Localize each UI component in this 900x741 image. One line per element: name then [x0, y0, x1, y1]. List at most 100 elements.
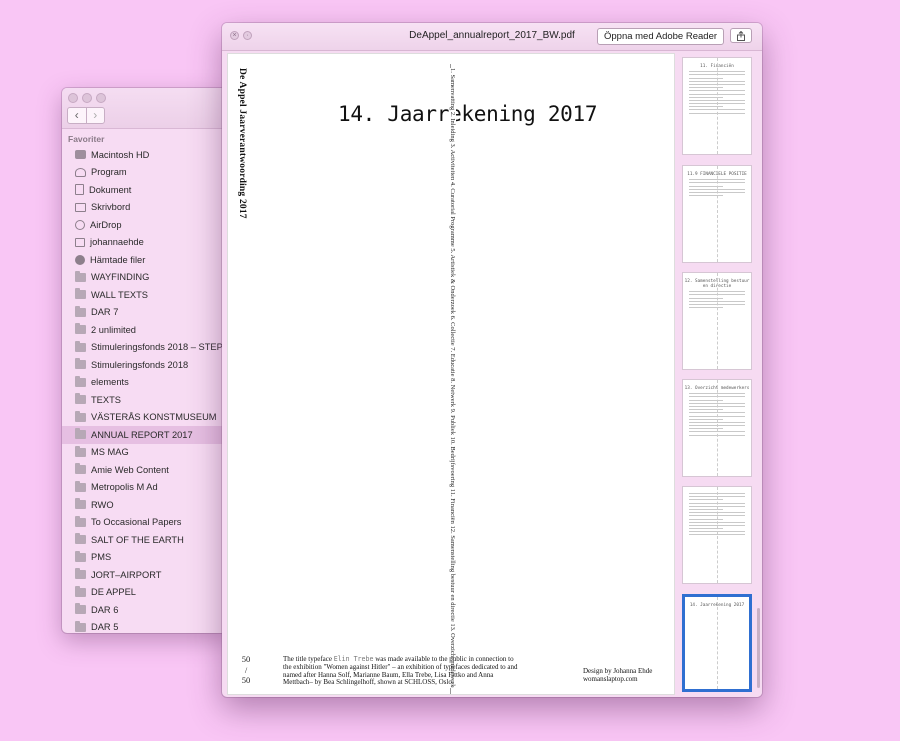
- sidebar-item[interactable]: Stimuleringsfonds 2018: [62, 356, 232, 374]
- downloads-icon: [75, 254, 85, 265]
- zoom-window-icon[interactable]: [96, 93, 106, 103]
- sidebar-item-label: TEXTS: [91, 394, 121, 405]
- folder-icon: [75, 585, 86, 597]
- sidebar-item-label: VÄSTERÅS KONSTMUSEUM: [91, 412, 217, 423]
- side-title: De Appel Jaarverantwoording 2017: [237, 68, 247, 219]
- folder-icon: [75, 498, 86, 510]
- sidebar-item-label: elements: [91, 377, 129, 388]
- folder-icon: [75, 603, 86, 615]
- sidebar-item[interactable]: DE APPEL: [62, 584, 232, 602]
- sidebar-item-label: Dokument: [89, 184, 132, 195]
- page-thumbnail[interactable]: 13. Overzicht medewerkers: [682, 379, 752, 477]
- sidebar-item[interactable]: elements: [62, 374, 232, 392]
- home-icon: [75, 237, 85, 247]
- sidebar-item-label: johannaehde: [90, 237, 144, 248]
- thumbnail-center-rule: [717, 487, 718, 583]
- sidebar-item-label: ANNUAL REPORT 2017: [91, 429, 193, 440]
- folder-icon: [75, 550, 86, 562]
- sidebar-item-label: DAR 7: [91, 307, 119, 318]
- page-heading: 14. Jaarrekening 2017: [338, 102, 598, 126]
- open-with-adobe-reader-button[interactable]: Öppna med Adobe Reader: [597, 28, 724, 45]
- favorites-heading: Favoriter: [68, 134, 105, 144]
- sidebar-item[interactable]: JORT–AIRPORT: [62, 566, 232, 584]
- sidebar-item-label: SALT OF THE EARTH: [91, 534, 184, 545]
- credit-prefix: The title typeface: [283, 655, 334, 663]
- thumbnail-sidebar: 11. Financiën 11.9 FINANCIELE POSITIE 12. …: [680, 53, 762, 697]
- table-of-contents: 1. Samenvatting 2. Inleiding 3. Activite…: [449, 68, 456, 688]
- thumbnail-center-rule: [717, 597, 718, 689]
- sidebar-item[interactable]: AirDrop: [62, 216, 232, 234]
- sidebar-item-label: To Occasional Papers: [91, 517, 182, 528]
- sidebar-item[interactable]: DAR 6: [62, 601, 232, 619]
- sidebar-item-label: MS MAG: [91, 447, 129, 458]
- thumbnail-center-rule: [717, 166, 718, 262]
- credit-typeface: Elin Trebe: [333, 655, 374, 663]
- sidebar-item[interactable]: DAR 7: [62, 304, 232, 322]
- sidebar-item[interactable]: VÄSTERÅS KONSTMUSEUM: [62, 409, 232, 427]
- folder-icon: [75, 358, 86, 370]
- sidebar-item[interactable]: Skrivbord: [62, 199, 232, 217]
- sidebar-item-label: AirDrop: [90, 219, 122, 230]
- sidebar-item[interactable]: MS MAG: [62, 444, 232, 462]
- sidebar-item-label: WALL TEXTS: [91, 289, 149, 300]
- thumbnail-scrollbar[interactable]: [757, 608, 760, 688]
- document-icon: [75, 184, 84, 196]
- sidebar-item[interactable]: To Occasional Papers: [62, 514, 232, 532]
- sidebar-item[interactable]: PMS: [62, 549, 232, 567]
- folder-icon: [75, 463, 86, 475]
- page-thumbnail[interactable]: 12. Samenstelling bestuur en directie: [682, 272, 752, 370]
- sidebar-item-label: JORT–AIRPORT: [91, 569, 162, 580]
- design-credit-name: Design by Johanna Ehde: [583, 667, 653, 675]
- folder-icon: [75, 428, 86, 440]
- design-credit: Design by Johanna Ehde womanslaptop.com: [583, 667, 652, 683]
- thumbnail-center-rule: [717, 380, 718, 476]
- folder-icon: [75, 445, 86, 457]
- sidebar-item[interactable]: Dokument: [62, 181, 232, 199]
- sidebar-item[interactable]: WAYFINDING: [62, 269, 232, 287]
- page-number-separator: /: [244, 664, 248, 675]
- page-thumbnail[interactable]: 11. Financiën: [682, 57, 752, 155]
- sidebar-item[interactable]: Macintosh HD: [62, 146, 232, 164]
- back-arrow-icon[interactable]: ‹: [68, 108, 86, 123]
- page-number-total: 50: [241, 675, 251, 685]
- page-thumbnail[interactable]: 11.9 FINANCIELE POSITIE: [682, 165, 752, 263]
- folder-icon: [75, 515, 86, 527]
- sidebar-item-label: DAR 6: [91, 604, 119, 615]
- pdf-page: De Appel Jaarverantwoording 2017 14. Jaa…: [227, 53, 675, 695]
- pdf-titlebar: × · DeAppel_annualreport_2017_BW.pdf Öpp…: [222, 23, 762, 51]
- share-button[interactable]: [730, 28, 752, 43]
- folder-icon: [75, 340, 86, 352]
- sidebar-item[interactable]: 2 unlimited: [62, 321, 232, 339]
- sidebar-item[interactable]: DAR 5: [62, 619, 232, 634]
- airdrop-icon: [75, 219, 85, 230]
- sidebar-item[interactable]: johannaehde: [62, 234, 232, 252]
- desktop-icon: [75, 202, 86, 212]
- forward-arrow-icon[interactable]: ›: [85, 108, 105, 123]
- page-thumbnail[interactable]: [682, 486, 752, 584]
- folder-icon: [75, 480, 86, 492]
- sidebar-list: Macintosh HD Program Dokument Skrivbord AirD…: [62, 146, 232, 633]
- close-window-icon[interactable]: [68, 93, 78, 103]
- sidebar-item[interactable]: SALT OF THE EARTH: [62, 531, 232, 549]
- sidebar-item[interactable]: Stimuleringsfonds 2018 – STEP: [62, 339, 232, 357]
- finder-window: ‹ › Favoriter Macintosh HD Program Dokumen…: [62, 88, 232, 633]
- sidebar-item[interactable]: Metropolis M Ad: [62, 479, 232, 497]
- sidebar-item[interactable]: RWO: [62, 496, 232, 514]
- sidebar-item-label: RWO: [91, 499, 114, 510]
- typeface-credit: The title typeface Elin Trebe was made a…: [283, 655, 523, 687]
- sidebar-item[interactable]: TEXTS: [62, 391, 232, 409]
- sidebar-item[interactable]: WALL TEXTS: [62, 286, 232, 304]
- page-number-current: 50: [241, 654, 251, 664]
- sidebar-item-label: Program: [91, 167, 127, 178]
- sidebar-item[interactable]: Program: [62, 164, 232, 182]
- folder-icon: [75, 568, 86, 580]
- minimize-window-icon[interactable]: [82, 93, 92, 103]
- sidebar-item[interactable]: Hämtade filer: [62, 251, 232, 269]
- sidebar-item[interactable]: Amie Web Content: [62, 461, 232, 479]
- sidebar-item-label: 2 unlimited: [91, 324, 136, 335]
- sidebar-item-label: Macintosh HD: [91, 149, 150, 160]
- page-number: 50 / 50: [240, 654, 252, 686]
- page-thumbnail[interactable]: 14. Jaarrekening 2017: [682, 594, 752, 692]
- sidebar-item[interactable]: ANNUAL REPORT 2017: [62, 426, 232, 444]
- disk-icon: [75, 150, 86, 160]
